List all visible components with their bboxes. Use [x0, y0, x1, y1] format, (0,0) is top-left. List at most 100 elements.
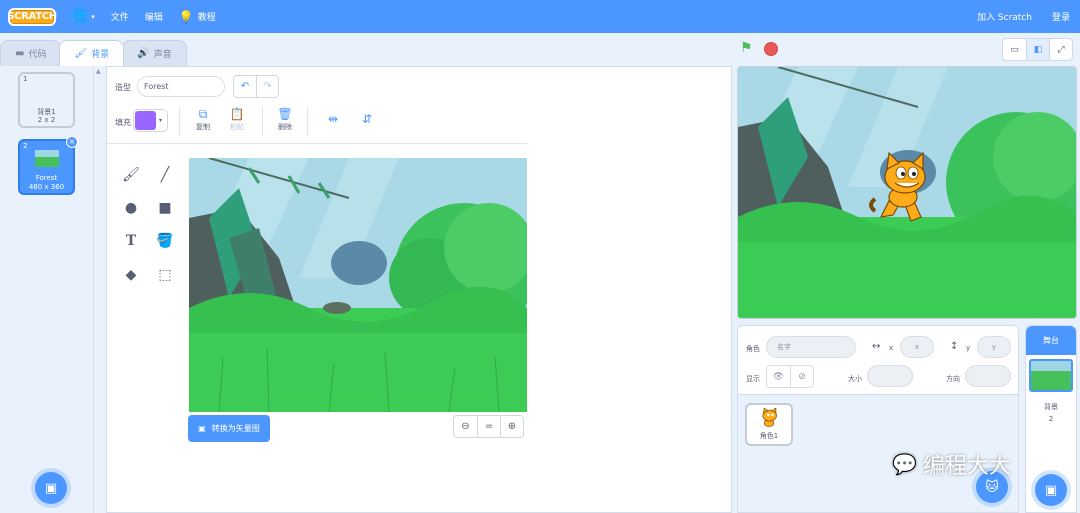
backdrop-item-selected[interactable]: 2 × Forest 480 x 360: [18, 136, 78, 195]
costume-name-input[interactable]: [137, 76, 225, 97]
zoom-reset-button[interactable]: =: [477, 416, 500, 437]
green-flag-button[interactable]: ⚑: [740, 40, 756, 56]
brush-tool[interactable]: 🖌: [119, 163, 143, 187]
show-toggle: 👁 ⊘: [766, 365, 814, 388]
flip-vertical-icon: ⇵: [361, 112, 373, 126]
backdrop-number: 2: [23, 142, 28, 150]
flip-horizontal-button[interactable]: ⇹: [319, 112, 347, 127]
copy-label: 复制: [196, 123, 210, 131]
copy-button[interactable]: ⧉ 复制: [189, 107, 217, 132]
redo-icon: ↷: [263, 81, 272, 92]
delete-label: 删除: [278, 123, 292, 131]
delete-icon[interactable]: ×: [66, 136, 78, 148]
stage-size-modes: ▭ ◧ ⤢: [1002, 38, 1073, 61]
editor-tabs: ▬ 代码 🖌 背景 🔊 声音: [0, 40, 187, 66]
fill-color-chip: [135, 111, 156, 130]
sprite-info-panel: 角色 名字 ↔ x x ↕ y y 显示 👁 ⊘ 大小 方向: [737, 325, 1019, 395]
fullscreen-icon: ⤢: [1057, 44, 1065, 55]
zoom-in-button[interactable]: ⊕: [500, 416, 523, 437]
paste-label: 粘贴: [230, 123, 244, 131]
flip-vertical-button[interactable]: ⇵: [353, 112, 381, 127]
rectangle-tool[interactable]: ■: [153, 196, 177, 220]
flip-horizontal-icon: ⇹: [327, 112, 339, 126]
select-tool[interactable]: ⬚: [153, 263, 177, 287]
x-field[interactable]: x: [900, 336, 934, 358]
toolbar-divider: [107, 143, 527, 144]
wechat-icon: 💬: [892, 452, 917, 476]
fill-color-picker[interactable]: ▾: [133, 109, 168, 132]
direction-field[interactable]: [965, 365, 1011, 387]
tutorials-label: 教程: [197, 13, 216, 23]
show-button[interactable]: 👁: [767, 366, 790, 387]
direction-label: 方向: [946, 375, 960, 383]
small-stage-button[interactable]: ▭: [1003, 39, 1026, 60]
stop-button[interactable]: [764, 42, 778, 56]
circle-tool[interactable]: ●: [119, 196, 143, 220]
brush-icon: 🖌: [74, 48, 88, 59]
select-icon: ⬚: [158, 267, 172, 283]
file-menu[interactable]: 文件: [103, 0, 137, 33]
backdrop-size: 480 x 360: [28, 183, 65, 191]
forest-backdrop-image: [189, 158, 527, 412]
tab-sounds[interactable]: 🔊 声音: [122, 40, 187, 66]
choose-backdrop-button[interactable]: ▣: [35, 472, 67, 504]
large-stage-button[interactable]: ◧: [1026, 39, 1049, 60]
paint-editor: 造型 ↶ ↷ 填充 ▾ ⧉ 复制 📋 粘贴 🗑 删除 ⇹ ⇵ 🖌 ╱ ● ■ T…: [106, 66, 732, 513]
globe-icon: 🌐: [72, 9, 89, 24]
eye-slash-icon: ⊘: [798, 371, 806, 382]
convert-to-vector-button[interactable]: ▣ 转换为矢量图: [188, 415, 270, 442]
paint-canvas[interactable]: [189, 158, 527, 412]
backdrop-number: 1: [23, 75, 28, 83]
stage[interactable]: [737, 66, 1077, 319]
scroll-up-arrow[interactable]: ▲: [96, 68, 101, 75]
lightbulb-icon: 💡: [178, 9, 194, 24]
redo-button[interactable]: ↷: [256, 76, 278, 97]
tab-code[interactable]: ▬ 代码: [0, 40, 62, 66]
watermark-text: 编程大大: [922, 454, 1011, 479]
scratch-logo[interactable]: SCRATCH: [7, 7, 57, 26]
zoom-out-button[interactable]: ⊖: [454, 416, 477, 437]
join-scratch-link[interactable]: 加入 Scratch: [967, 0, 1042, 33]
sprite-name-field[interactable]: 名字: [766, 336, 856, 358]
show-label: 显示: [746, 375, 760, 383]
line-tool[interactable]: ╱: [153, 163, 177, 187]
backdrops-label: 背景: [1044, 403, 1058, 411]
chevron-down-icon: ▾: [91, 12, 95, 21]
small-stage-icon: ▭: [1010, 44, 1019, 55]
hide-button[interactable]: ⊘: [790, 366, 813, 387]
divider: [262, 106, 263, 136]
convert-label: 转换为矢量图: [211, 424, 260, 433]
line-icon: ╱: [160, 167, 170, 183]
eraser-tool[interactable]: ◆: [119, 263, 143, 287]
y-arrow-icon: ↕: [950, 341, 959, 352]
fill-tool[interactable]: 🪣: [153, 229, 177, 253]
backdrop-list: 1 背景1 2 x 2 2 × Forest 480 x 360 ▣: [0, 66, 94, 513]
text-tool[interactable]: T: [119, 229, 143, 253]
tab-code-label: 代码: [28, 50, 47, 60]
sprite-item[interactable]: 角色1: [745, 403, 793, 446]
x-arrow-icon: ↔: [872, 341, 881, 352]
tab-backdrops[interactable]: 🖌 背景: [59, 40, 125, 66]
delete-button[interactable]: 🗑 删除: [271, 107, 299, 132]
divider: [179, 106, 180, 136]
stage-forest-image: [738, 67, 1076, 318]
eye-icon: 👁: [772, 371, 785, 382]
y-label: y: [966, 344, 971, 352]
copy-icon: ⧉: [198, 107, 208, 121]
chevron-down-icon: ▾: [159, 117, 163, 124]
edit-menu[interactable]: 编辑: [137, 0, 171, 33]
choose-backdrop-stage-button[interactable]: ▣: [1035, 474, 1067, 506]
watermark: 💬 编程大大: [892, 448, 1011, 480]
size-field[interactable]: [867, 365, 913, 387]
y-field[interactable]: y: [977, 336, 1011, 358]
backdrop-item[interactable]: 1 背景1 2 x 2: [18, 72, 75, 128]
sign-in-link[interactable]: 登录: [1042, 0, 1080, 33]
circle-icon: ●: [124, 200, 138, 216]
equals-icon: =: [484, 421, 494, 432]
tutorials-button[interactable]: 💡 教程: [171, 0, 224, 33]
fullscreen-button[interactable]: ⤢: [1049, 39, 1072, 60]
language-menu[interactable]: 🌐 ▾: [64, 0, 103, 33]
paste-button[interactable]: 📋 粘贴: [223, 107, 251, 132]
backdrops-count: 2: [1048, 415, 1054, 423]
undo-button[interactable]: ↶: [234, 76, 256, 97]
